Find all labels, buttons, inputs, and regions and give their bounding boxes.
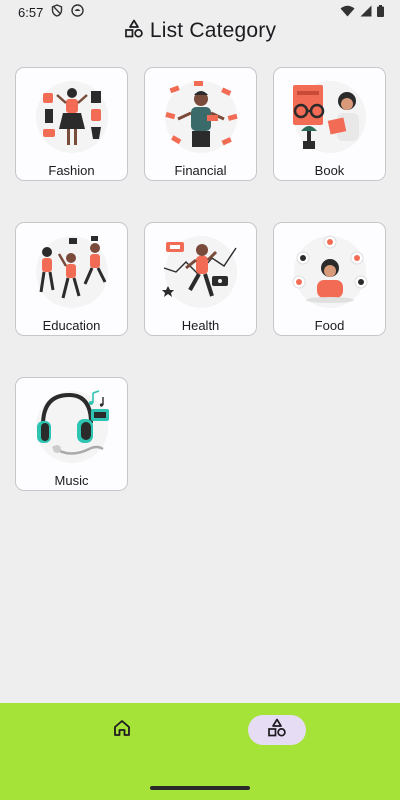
education-illustration xyxy=(35,236,108,308)
category-label-music: Music xyxy=(54,473,89,488)
home-icon xyxy=(112,718,132,743)
category-card-education[interactable]: Education xyxy=(15,222,128,336)
nav-home-button[interactable] xyxy=(93,715,151,745)
page-title: List Category xyxy=(149,19,277,42)
financial-illustration xyxy=(164,81,238,153)
page-header: List Category xyxy=(0,14,400,48)
category-card-financial[interactable]: Financial xyxy=(144,67,257,181)
category-shapes-icon xyxy=(124,19,144,44)
nav-category-button[interactable] xyxy=(248,715,306,745)
category-grid: Fashion Financial Book Education Health … xyxy=(15,67,387,491)
food-illustration xyxy=(292,235,367,308)
category-label-education: Education xyxy=(42,318,101,333)
category-label-food: Food xyxy=(314,318,345,333)
fashion-illustration xyxy=(35,81,108,153)
category-label-financial: Financial xyxy=(174,163,227,178)
category-shapes-icon xyxy=(267,718,287,743)
music-illustration xyxy=(35,390,109,463)
category-card-fashion[interactable]: Fashion xyxy=(15,67,128,181)
category-card-music[interactable]: Music xyxy=(15,377,128,491)
book-illustration xyxy=(292,81,366,153)
category-label-book: Book xyxy=(314,163,345,178)
category-card-book[interactable]: Book xyxy=(273,67,386,181)
category-label-health: Health xyxy=(181,318,220,333)
health-illustration xyxy=(161,236,237,308)
category-label-fashion: Fashion xyxy=(48,163,95,178)
category-card-health[interactable]: Health xyxy=(144,222,257,336)
gesture-handle[interactable] xyxy=(150,786,250,790)
category-card-food[interactable]: Food xyxy=(273,222,386,336)
